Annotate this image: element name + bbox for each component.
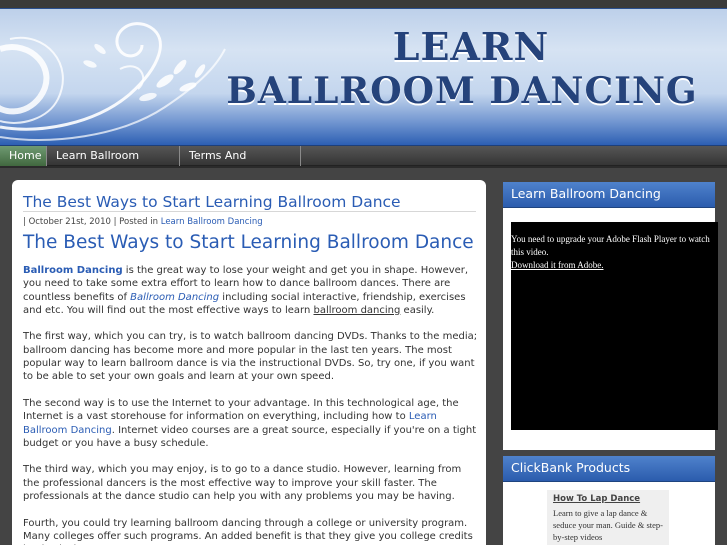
ad-title-link[interactable]: How To Lap Dance [553,494,663,504]
post-title-link[interactable]: The Best Ways to Start Learning Ballroom… [23,193,401,211]
paragraph: Ballroom Dancing is the great way to los… [23,264,478,317]
widget-title: Learn Ballroom Dancing [503,182,715,208]
paragraph: Fourth, you could try learning ballroom … [23,517,473,545]
post-category-link[interactable]: Learn Ballroom Dancing [161,217,263,227]
sidebar-widget-video: Learn Ballroom Dancing You need to upgra… [503,182,718,450]
top-strip [0,0,727,8]
keyword-link[interactable]: Ballroom Dancing [130,292,219,303]
download-adobe-link[interactable]: Download it from Adobe. [511,260,604,270]
paragraph: The second way is to use the Internet to… [23,397,478,450]
swirl-ornament-icon [0,22,226,141]
nav-item-learn-ballroom-dancing[interactable]: Learn Ballroom Dancing [47,146,180,181]
site-title-line1: LEARN [392,24,550,69]
site-title-line2: BALLROOM DANCING [226,70,698,112]
text: easily. [400,304,435,316]
main-navigation: Home Learn Ballroom Dancing Terms And Co… [0,146,727,181]
paragraph: The third way, which you may enjoy, is t… [23,464,462,503]
post-article: The Best Ways to Start Learning Ballroom… [12,180,486,545]
keyword-link[interactable]: ballroom dancing [314,305,401,316]
flash-upgrade-message: You need to upgrade your Adobe Flash Pla… [511,234,710,257]
paragraph: The first way, which you can try, is to … [23,331,478,383]
site-title[interactable]: LEARN BALLROOM DANCING [206,27,718,115]
site-header: LEARN BALLROOM DANCING [0,8,727,146]
divider [23,211,476,212]
content-area: The Best Ways to Start Learning Ballroom… [0,168,727,545]
nav-item-home[interactable]: Home [0,146,47,166]
sidebar-widget-clickbank: ClickBank Products How To Lap Dance Lear… [503,456,715,545]
text: The second way is to use the Internet to… [23,397,459,423]
nav-item-terms-and-conditions[interactable]: Terms And Conditions [180,146,301,181]
post-meta: | October 21st, 2010 | Posted in Learn B… [23,217,263,227]
clickbank-ad[interactable]: How To Lap Dance Learn to give a lap dan… [547,490,669,545]
widget-title: ClickBank Products [503,456,715,482]
post-heading: The Best Ways to Start Learning Ballroom… [23,232,474,253]
ad-description: Learn to give a lap dance & seduce your … [553,508,663,542]
video-player[interactable]: You need to upgrade your Adobe Flash Pla… [511,222,718,430]
post-body: Ballroom Dancing is the great way to los… [23,264,478,545]
keyword-link[interactable]: Ballroom Dancing [23,265,123,276]
post-date: | October 21st, 2010 | Posted in [23,217,161,227]
